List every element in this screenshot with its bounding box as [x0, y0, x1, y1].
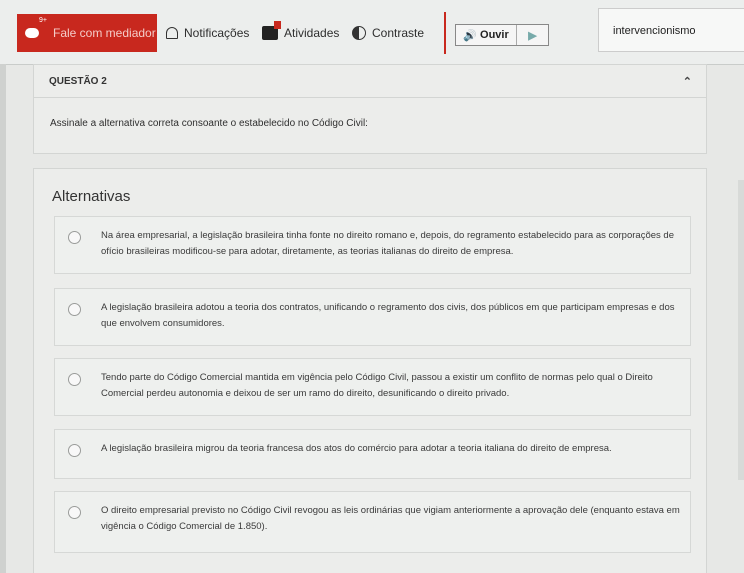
alternative-option[interactable]: A legislação brasileira adotou a teoria … — [54, 288, 691, 346]
listen-button[interactable]: 🔊 Ouvir ▶ — [455, 24, 549, 46]
alternative-option[interactable]: A legislação brasileira migrou da teoria… — [54, 429, 691, 479]
mediator-button[interactable]: 9+ Fale com mediador — [17, 14, 157, 52]
activities-icon — [262, 21, 281, 40]
question-title: QUESTÃO 2 — [49, 75, 107, 87]
contrast-button[interactable]: Contraste — [352, 26, 424, 40]
chat-icon — [25, 28, 39, 38]
radio-button[interactable] — [68, 444, 81, 457]
mediator-label: Fale com mediador — [53, 26, 156, 40]
notification-count-badge: 9+ — [39, 17, 47, 24]
radio-button[interactable] — [68, 231, 81, 244]
speaker-icon: 🔊 — [463, 29, 477, 42]
notifications-button[interactable]: Notificações — [166, 26, 249, 40]
activities-button[interactable]: Atividades — [262, 21, 340, 40]
listen-label: Ouvir — [480, 29, 509, 41]
alternative-option[interactable]: Na área empresarial, a legislação brasil… — [54, 216, 691, 274]
alternative-option[interactable]: O direito empresarial previsto no Código… — [54, 491, 691, 553]
question-panel: QUESTÃO 2 ⌃ Assinale a alternativa corre… — [33, 64, 707, 154]
left-edge-bar — [0, 64, 6, 573]
radio-button[interactable] — [68, 373, 81, 386]
notifications-label: Notificações — [184, 26, 250, 40]
question-text: Assinale a alternativa correta consoante… — [50, 118, 368, 129]
contrast-icon — [352, 26, 366, 40]
top-toolbar: 9+ Fale com mediador Notificações Ativid… — [0, 0, 744, 65]
chevron-up-icon[interactable]: ⌃ — [683, 75, 692, 88]
question-header[interactable]: QUESTÃO 2 ⌃ — [34, 65, 706, 98]
search-field[interactable]: intervencionismo — [598, 8, 744, 52]
alternatives-panel: Alternativas Na área empresarial, a legi… — [33, 168, 707, 573]
alternatives-heading: Alternativas — [52, 188, 131, 205]
activities-label: Atividades — [284, 26, 340, 40]
alternative-text: O direito empresarial previsto no Código… — [101, 505, 680, 532]
alternative-text: A legislação brasileira adotou a teoria … — [101, 302, 675, 329]
contrast-label: Contraste — [372, 26, 425, 40]
alternative-text: Tendo parte do Código Comercial mantida … — [101, 372, 653, 399]
alternative-text: Na área empresarial, a legislação brasil… — [101, 230, 674, 257]
toolbar-divider — [444, 12, 446, 54]
radio-button[interactable] — [68, 506, 81, 519]
play-icon[interactable]: ▶ — [517, 29, 548, 42]
alternative-option[interactable]: Tendo parte do Código Comercial mantida … — [54, 358, 691, 416]
bell-icon — [166, 27, 178, 39]
right-scrollbar[interactable] — [738, 180, 744, 480]
radio-button[interactable] — [68, 303, 81, 316]
alternative-text: A legislação brasileira migrou da teoria… — [101, 443, 612, 454]
